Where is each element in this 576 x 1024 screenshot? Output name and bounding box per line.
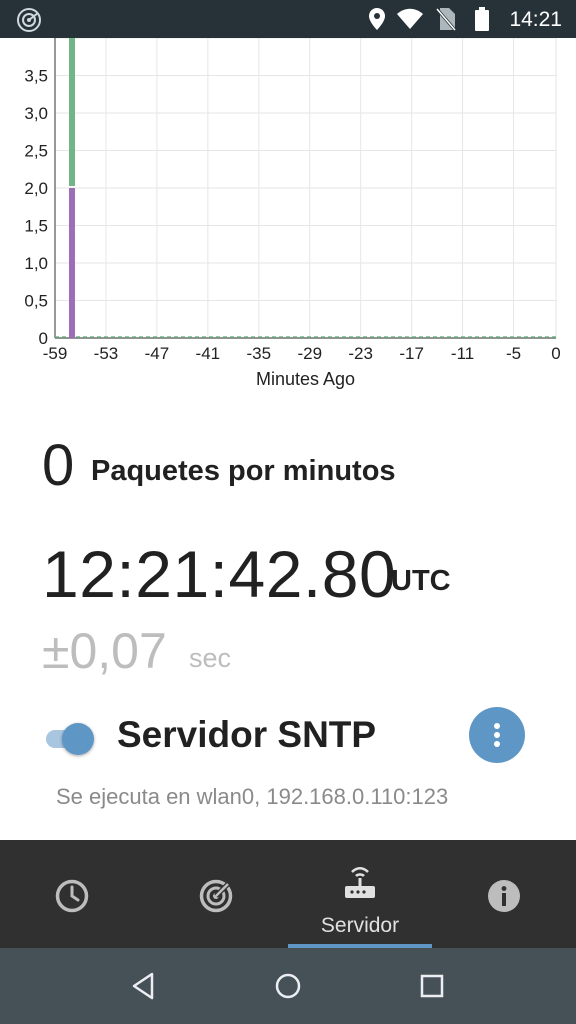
y-tick-label: 3,0	[24, 104, 48, 123]
system-navigation-bar	[0, 948, 576, 1024]
offset-unit: sec	[189, 643, 232, 673]
y-tick-label: 3,5	[24, 67, 48, 86]
home-icon[interactable]	[268, 966, 308, 1006]
x-axis-title: Minutes Ago	[256, 369, 355, 389]
tab-server-label: Servidor	[320, 914, 400, 937]
tab-server[interactable]: Servidor	[288, 840, 432, 948]
back-icon[interactable]	[124, 966, 164, 1006]
status-time: 14:21	[509, 8, 562, 31]
info-icon	[488, 880, 520, 912]
more-options-button[interactable]	[469, 707, 525, 763]
bar-segment-series-1	[68, 188, 75, 338]
y-tick-label: 2,5	[24, 142, 48, 161]
server-time: 12:21:42.80	[42, 537, 397, 611]
x-tick-label: -23	[348, 344, 373, 363]
x-tick-label: -47	[145, 344, 170, 363]
no-sim-icon	[436, 8, 456, 31]
y-tick-label: 1,5	[24, 217, 48, 236]
x-tick-label: -17	[399, 344, 424, 363]
x-tick-label: 0	[551, 344, 560, 363]
clock-icon	[55, 879, 89, 913]
offset-value: ±0,07	[42, 623, 167, 679]
packets-chart: 0 0,5 1,0 1,5 2,0 2,5 3,0 3,5 -59 -53 -47 -41 -35 -29…	[24, 38, 561, 389]
x-tick-label: -11	[451, 344, 474, 363]
x-tick-label: -59	[43, 344, 68, 363]
radar-icon	[199, 879, 233, 913]
tab-clock[interactable]	[0, 840, 144, 948]
x-tick-label: -35	[247, 344, 272, 363]
packets-label: Paquetes por minutos	[91, 455, 396, 487]
status-bar: 14:21	[0, 0, 576, 38]
server-title: Servidor SNTP	[117, 714, 377, 755]
location-icon	[369, 8, 385, 30]
y-tick-label: 0,5	[24, 292, 48, 311]
battery-icon	[475, 7, 489, 31]
y-tick-label: 1,0	[24, 254, 48, 273]
server-toggle[interactable]	[44, 722, 96, 756]
x-tick-label: -29	[297, 344, 322, 363]
wifi-icon	[397, 8, 423, 29]
router-icon	[345, 867, 375, 898]
x-tick-label: -41	[196, 344, 221, 363]
tab-info[interactable]	[432, 840, 576, 948]
toggle-thumb	[62, 723, 94, 755]
time-zone-label: UTC	[391, 565, 451, 597]
bottom-navigation: Servidor	[0, 840, 576, 948]
x-tick-label: -53	[94, 344, 119, 363]
radar-notification-icon	[17, 8, 41, 32]
tab-radar[interactable]	[144, 840, 288, 948]
bar-segment-series-2	[68, 38, 75, 186]
packets-count: 0	[42, 433, 75, 498]
recents-icon[interactable]	[412, 966, 452, 1006]
y-tick-label: 2,0	[24, 179, 48, 198]
server-info: Se ejecuta en wlan0, 192.168.0.110:123	[56, 784, 449, 809]
x-tick-label: -5	[506, 344, 521, 363]
